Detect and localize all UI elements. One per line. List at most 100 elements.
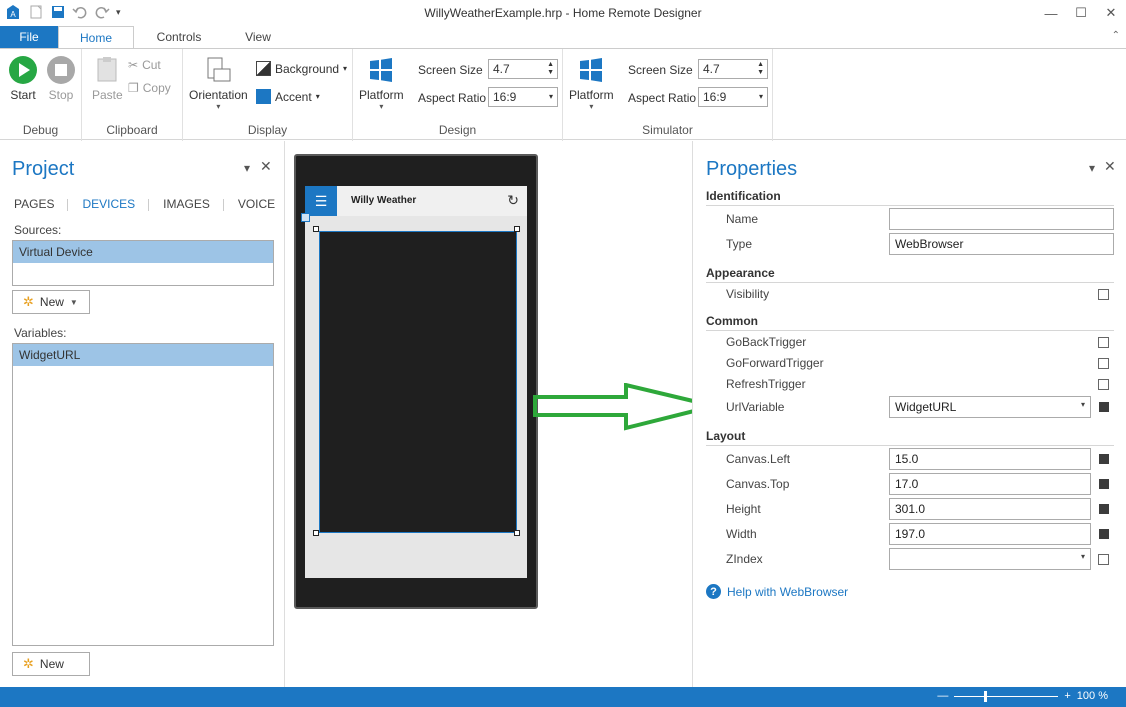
zoom-in-icon[interactable]: + bbox=[1064, 690, 1070, 702]
canvas-left-input[interactable]: 15.0 bbox=[889, 448, 1091, 470]
goforwardtrigger-checkbox[interactable] bbox=[1098, 358, 1109, 369]
canvas-top-input[interactable]: 17.0 bbox=[889, 473, 1091, 495]
help-link[interactable]: ? Help with WebBrowser bbox=[706, 584, 848, 599]
resize-handle-top-left[interactable] bbox=[313, 226, 319, 232]
design-platform-button[interactable]: Platform ▾ bbox=[359, 55, 404, 111]
gobacktrigger-checkbox[interactable] bbox=[1098, 337, 1109, 348]
tab-voice[interactable]: VOICE bbox=[238, 197, 289, 211]
zoom-slider-thumb[interactable] bbox=[984, 690, 988, 702]
refresh-icon[interactable]: ↻ bbox=[507, 192, 519, 209]
refreshtrigger-checkbox[interactable] bbox=[1098, 379, 1109, 390]
prop-height-label: Height bbox=[726, 502, 761, 516]
tab-view[interactable]: View bbox=[224, 26, 292, 48]
panel-menu-icon[interactable]: ▾ bbox=[1089, 161, 1095, 175]
tab-controls[interactable]: Controls bbox=[134, 26, 224, 48]
orientation-dropdown-icon: ▾ bbox=[216, 102, 221, 111]
binding-marker-icon[interactable] bbox=[1099, 504, 1109, 514]
binding-marker-icon[interactable] bbox=[1099, 402, 1109, 412]
chevron-down-icon: ▾ bbox=[1080, 552, 1085, 561]
design-screen-size-label: Screen Size bbox=[418, 63, 483, 77]
close-icon[interactable]: ✕ bbox=[1096, 0, 1126, 26]
start-button[interactable]: Start bbox=[8, 55, 38, 102]
maximize-icon[interactable]: ☐ bbox=[1066, 0, 1096, 26]
tab-pages[interactable]: PAGES bbox=[14, 197, 69, 211]
panel-menu-icon[interactable]: ▾ bbox=[244, 161, 250, 175]
windows-icon bbox=[366, 55, 396, 85]
prop-canvas-left-label: Canvas.Left bbox=[726, 452, 791, 466]
spinner-arrows-icon[interactable]: ▲ ▼ bbox=[757, 61, 764, 77]
variables-list[interactable]: WidgetURL bbox=[12, 343, 274, 646]
accent-button[interactable]: Accent ▾ bbox=[256, 89, 320, 104]
close-icon[interactable]: ✕ bbox=[1104, 158, 1116, 175]
zindex-select[interactable]: ▾ bbox=[889, 548, 1091, 570]
group-label-display: Display bbox=[247, 123, 288, 137]
resize-handle-bottom-left[interactable] bbox=[313, 530, 319, 536]
prop-type-label: Type bbox=[726, 237, 753, 251]
width-input[interactable]: 197.0 bbox=[889, 523, 1091, 545]
webbrowser-control[interactable] bbox=[319, 231, 517, 533]
copy-button[interactable]: ❐ Copy bbox=[128, 81, 171, 95]
type-field[interactable]: WebBrowser bbox=[889, 233, 1114, 255]
tab-images[interactable]: IMAGES bbox=[163, 197, 224, 211]
paste-button[interactable]: Paste bbox=[92, 55, 123, 102]
background-button[interactable]: Background ▾ bbox=[256, 61, 347, 76]
urlvariable-select[interactable]: WidgetURL ▾ bbox=[889, 396, 1091, 418]
project-title: Project bbox=[12, 158, 75, 180]
device-screen[interactable]: ☰ Willy Weather ↻ bbox=[301, 186, 527, 578]
binding-marker-icon[interactable] bbox=[1099, 479, 1109, 489]
orientation-button[interactable]: Orientation ▾ bbox=[189, 55, 248, 111]
height-input[interactable]: 301.0 bbox=[889, 498, 1091, 520]
tab-devices[interactable]: DEVICES bbox=[82, 197, 149, 211]
zoom-slider[interactable] bbox=[954, 690, 1059, 702]
group-display: Orientation ▾ Background ▾ Accent ▾ Disp… bbox=[183, 49, 353, 141]
tab-home[interactable]: Home bbox=[58, 26, 134, 49]
anchor-icon[interactable] bbox=[301, 213, 310, 222]
chevron-down-icon: ▾ bbox=[548, 92, 553, 101]
prop-canvas-top-label: Canvas.Top bbox=[726, 477, 790, 491]
play-icon bbox=[8, 55, 38, 85]
chevron-down-icon: ▼ bbox=[69, 297, 78, 307]
design-platform-dropdown-icon: ▾ bbox=[379, 102, 384, 111]
zoom-out-icon[interactable]: — bbox=[937, 690, 948, 702]
simulator-screen-size-input[interactable]: 4.7 ▲ ▼ bbox=[698, 59, 768, 79]
list-item[interactable]: Virtual Device bbox=[13, 241, 273, 263]
simulator-aspect-ratio-select[interactable]: 16:9 ▾ bbox=[698, 87, 768, 107]
resize-handle-top-right[interactable] bbox=[514, 226, 520, 232]
spinner-arrows-icon[interactable]: ▲ ▼ bbox=[547, 61, 554, 77]
background-dropdown-icon: ▾ bbox=[343, 64, 348, 73]
variables-label: Variables: bbox=[14, 326, 67, 340]
tab-file[interactable]: File bbox=[0, 26, 58, 48]
device-frame: ☰ Willy Weather ↻ bbox=[294, 154, 538, 609]
chevron-down-icon: ▾ bbox=[758, 92, 763, 101]
star-icon: ✲ bbox=[23, 656, 34, 671]
scissors-icon: ✂ bbox=[128, 58, 139, 72]
new-source-button[interactable]: ✲ New ▼ bbox=[12, 290, 90, 314]
design-aspect-ratio-select[interactable]: 16:9 ▾ bbox=[488, 87, 558, 107]
design-screen-size-input[interactable]: 4.7 ▲ ▼ bbox=[488, 59, 558, 79]
group-label-design: Design bbox=[438, 123, 477, 137]
category-common: Common bbox=[706, 314, 1114, 331]
simulator-platform-button[interactable]: Platform ▾ bbox=[569, 55, 614, 111]
binding-marker-icon[interactable] bbox=[1099, 454, 1109, 464]
app-bar: ☰ Willy Weather ↻ bbox=[305, 186, 527, 216]
hamburger-menu-icon[interactable]: ☰ bbox=[305, 186, 337, 216]
zindex-checkbox[interactable] bbox=[1098, 554, 1109, 565]
prop-name-label: Name bbox=[726, 212, 759, 226]
prop-urlvariable-label: UrlVariable bbox=[726, 400, 785, 414]
close-icon[interactable]: ✕ bbox=[260, 158, 272, 175]
list-item[interactable]: WidgetURL bbox=[13, 344, 273, 366]
visibility-checkbox[interactable] bbox=[1098, 289, 1109, 300]
cut-button[interactable]: ✂ Cut bbox=[128, 58, 161, 72]
category-identification: Identification bbox=[706, 189, 1114, 206]
prop-width-label: Width bbox=[726, 527, 757, 541]
accent-dropdown-icon: ▾ bbox=[315, 92, 320, 101]
sources-list[interactable]: Virtual Device bbox=[12, 240, 274, 286]
minimize-icon[interactable]: — bbox=[1036, 0, 1066, 26]
name-input[interactable] bbox=[889, 208, 1114, 230]
collapse-ribbon-icon[interactable]: ⌃ bbox=[1112, 30, 1120, 41]
zoom-control: — + 100 % bbox=[937, 690, 1108, 702]
new-variable-button[interactable]: ✲ New bbox=[12, 652, 90, 676]
stop-button[interactable]: Stop bbox=[46, 55, 76, 102]
resize-handle-bottom-right[interactable] bbox=[514, 530, 520, 536]
binding-marker-icon[interactable] bbox=[1099, 529, 1109, 539]
